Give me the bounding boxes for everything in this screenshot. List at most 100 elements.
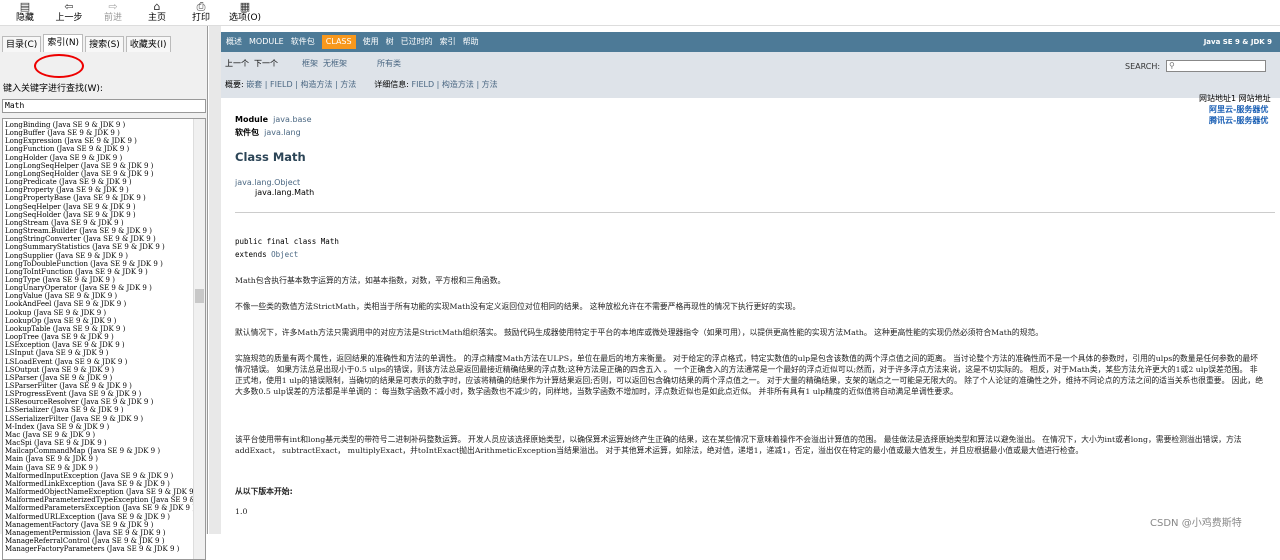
index-list-item[interactable]: LookAndFeel (Java SE 9 & JDK 9 ) [5,300,195,308]
index-list-item[interactable]: MalformedLinkException (Java SE 9 & JDK … [5,480,195,488]
index-list-item[interactable]: LongExpression (Java SE 9 & JDK 9 ) [5,137,195,145]
nav-item-6[interactable]: 已过时的 [401,32,433,52]
sidebar-tab-0[interactable]: 目录(C) [2,36,42,52]
index-list-item[interactable]: LSException (Java SE 9 & JDK 9 ) [5,341,195,349]
index-list[interactable]: LongBinding (Java SE 9 & JDK 9 ) LongBuff… [2,118,206,560]
index-list-item[interactable]: MailcapCommandMap (Java SE 9 & JDK 9 ) [5,447,195,455]
index-list-item[interactable]: M-Index (Java SE 9 & JDK 9 ) [5,423,195,431]
toolbar-button-1[interactable]: ⇦ 上一步 [50,0,88,25]
index-list-item[interactable]: LongSummaryStatistics (Java SE 9 & JDK 9… [5,243,195,251]
scrollbar-thumb[interactable] [195,289,204,303]
frames-link[interactable]: 框架 [302,58,318,69]
index-list-item[interactable]: LongStream (Java SE 9 & JDK 9 ) [5,219,195,227]
inherit-parent[interactable]: java.lang.Object [235,178,314,188]
index-list-item[interactable]: LSParserFilter (Java SE 9 & JDK 9 ) [5,382,195,390]
index-list-item[interactable]: LongHolder (Java SE 9 & JDK 9 ) [5,154,195,162]
noframes-link[interactable]: 无框架 [323,58,347,69]
index-scrollbar[interactable] [193,119,205,559]
home-icon: ⌂ [153,0,161,13]
summary-label: 概要: [225,80,244,89]
index-list-item[interactable]: Main (Java SE 9 & JDK 9 ) [5,455,195,463]
index-list-item[interactable]: ManagementFactory (Java SE 9 & JDK 9 ) [5,521,195,529]
nav-item-1[interactable]: MODULE [249,32,284,52]
index-list-item[interactable]: LookupTable (Java SE 9 & JDK 9 ) [5,325,195,333]
toolbar-button-2[interactable]: ⇨ 前进 [94,0,132,25]
index-list-item[interactable]: LSResourceResolver (Java SE 9 & JDK 9 ) [5,398,195,406]
package-link[interactable]: java.lang [264,128,301,137]
index-list-item[interactable]: LongSeqHolder (Java SE 9 & JDK 9 ) [5,211,195,219]
index-list-item[interactable]: LongLongSeqHolder (Java SE 9 & JDK 9 ) [5,170,195,178]
index-list-item[interactable]: ManageReferralControl (Java SE 9 & JDK 9… [5,537,195,545]
nav-item-4[interactable]: 使用 [363,32,379,52]
index-list-item[interactable]: MalformedParametersException (Java SE 9 … [5,504,195,512]
index-list-item[interactable]: MacSpi (Java SE 9 & JDK 9 ) [5,439,195,447]
index-list-item[interactable]: LongType (Java SE 9 & JDK 9 ) [5,276,195,284]
print-icon: ⎙ [196,0,206,13]
index-list-item[interactable]: LSProgressEvent (Java SE 9 & JDK 9 ) [5,390,195,398]
toolbar-label: 隐藏 [15,13,34,23]
sidebar-tab-3[interactable]: 收藏夹(I) [125,36,171,52]
index-list-item[interactable]: LongLongSeqHelper (Java SE 9 & JDK 9 ) [5,162,195,170]
index-list-item[interactable]: Mac (Java SE 9 & JDK 9 ) [5,431,195,439]
toolbar: ▤ 隐藏 ⇦ 上一步 ⇨ 前进 ⌂ 主页 ⎙ 打印 ▦ 选项(O) [0,0,1280,26]
index-list-item[interactable]: LSParser (Java SE 9 & JDK 9 ) [5,374,195,382]
index-list-items: LongBinding (Java SE 9 & JDK 9 ) LongBuff… [5,121,195,553]
index-list-item[interactable]: MalformedParameterizedTypeException (Jav… [5,496,195,504]
next-link[interactable]: 下一个 [254,58,278,69]
nav-item-5[interactable]: 树 [386,32,394,52]
toolbar-button-0[interactable]: ▤ 隐藏 [6,0,44,25]
index-list-item[interactable]: LookupOp (Java SE 9 & JDK 9 ) [5,317,195,325]
toolbar-button-5[interactable]: ▦ 选项(O) [226,0,264,25]
back-arrow-icon: ⇦ [64,0,74,13]
splitter[interactable] [209,26,221,534]
nav-item-0[interactable]: 概述 [226,32,242,52]
index-list-item[interactable]: LongPredicate (Java SE 9 & JDK 9 ) [5,178,195,186]
detail-links[interactable]: FIELD | 构造方法 | 方法 [411,79,497,90]
sidebar-tab-1[interactable]: 索引(N) [43,34,84,52]
index-list-item[interactable]: LongBinding (Java SE 9 & JDK 9 ) [5,121,195,129]
toolbar-button-3[interactable]: ⌂ 主页 [138,0,176,25]
index-list-item[interactable]: LoopTree (Java SE 9 & JDK 9 ) [5,333,195,341]
index-list-item[interactable]: LongStream.Builder (Java SE 9 & JDK 9 ) [5,227,195,235]
index-list-item[interactable]: LongStringConverter (Java SE 9 & JDK 9 ) [5,235,195,243]
index-list-item[interactable]: Lookup (Java SE 9 & JDK 9 ) [5,309,195,317]
index-list-item[interactable]: LongSupplier (Java SE 9 & JDK 9 ) [5,252,195,260]
index-list-item[interactable]: LongPropertyBase (Java SE 9 & JDK 9 ) [5,194,195,202]
allclasses-link[interactable]: 所有类 [377,58,401,69]
index-list-item[interactable]: LSSerializerFilter (Java SE 9 & JDK 9 ) [5,415,195,423]
index-list-item[interactable]: LongProperty (Java SE 9 & JDK 9 ) [5,186,195,194]
index-list-item[interactable]: MalformedURLException (Java SE 9 & JDK 9… [5,513,195,521]
sidebar-tab-2[interactable]: 搜索(S) [85,36,124,52]
object-link[interactable]: Object [271,250,298,259]
index-list-item[interactable]: LongValue (Java SE 9 & JDK 9 ) [5,292,195,300]
search-input[interactable]: ⚲ [1166,60,1266,72]
index-list-item[interactable]: LongFunction (Java SE 9 & JDK 9 ) [5,145,195,153]
prev-link[interactable]: 上一个 [225,58,249,69]
index-list-item[interactable]: LSSerializer (Java SE 9 & JDK 9 ) [5,406,195,414]
index-list-item[interactable]: LongSeqHelper (Java SE 9 & JDK 9 ) [5,203,195,211]
sidebar: 目录(C) 索引(N) 搜索(S) 收藏夹(I) 键入关键字进行查找(W): Math… [0,26,208,560]
index-list-item[interactable]: LongUnaryOperator (Java SE 9 & JDK 9 ) [5,284,195,292]
index-list-item[interactable]: LSInput (Java SE 9 & JDK 9 ) [5,349,195,357]
index-list-item[interactable]: Main (Java SE 9 & JDK 9 ) [5,464,195,472]
index-list-item[interactable]: LongBuffer (Java SE 9 & JDK 9 ) [5,129,195,137]
module-link[interactable]: java.base [273,115,311,124]
index-list-item[interactable]: LSOutput (Java SE 9 & JDK 9 ) [5,366,195,374]
detail-label: 详细信息: [374,80,409,89]
toolbar-button-4[interactable]: ⎙ 打印 [182,0,220,25]
index-list-item[interactable]: MalformedInputException (Java SE 9 & JDK… [5,472,195,480]
nav-item-3[interactable]: CLASS [321,35,356,49]
index-list-item[interactable]: MalformedObjectNameException (Java SE 9 … [5,488,195,496]
nav-item-2[interactable]: 软件包 [291,32,315,52]
index-list-item[interactable]: ManagerFactoryParameters (Java SE 9 & JD… [5,545,195,553]
keyword-input[interactable]: Math [2,99,206,113]
index-list-item[interactable]: LSLoadEvent (Java SE 9 & JDK 9 ) [5,358,195,366]
index-list-item[interactable]: LongToIntFunction (Java SE 9 & JDK 9 ) [5,268,195,276]
nav-item-7[interactable]: 索引 [440,32,456,52]
index-list-item[interactable]: LongToDoubleFunction (Java SE 9 & JDK 9 … [5,260,195,268]
nav-item-8[interactable]: 帮助 [463,32,479,52]
ad-link-tencent[interactable]: 腾讯云-服务器优 [1199,115,1280,126]
ad-link-aliyun[interactable]: 阿里云-服务器优 [1199,104,1280,115]
index-list-item[interactable]: ManagementPermission (Java SE 9 & JDK 9 … [5,529,195,537]
summary-links[interactable]: 嵌套 | FIELD | 构造方法 | 方法 [246,79,356,90]
